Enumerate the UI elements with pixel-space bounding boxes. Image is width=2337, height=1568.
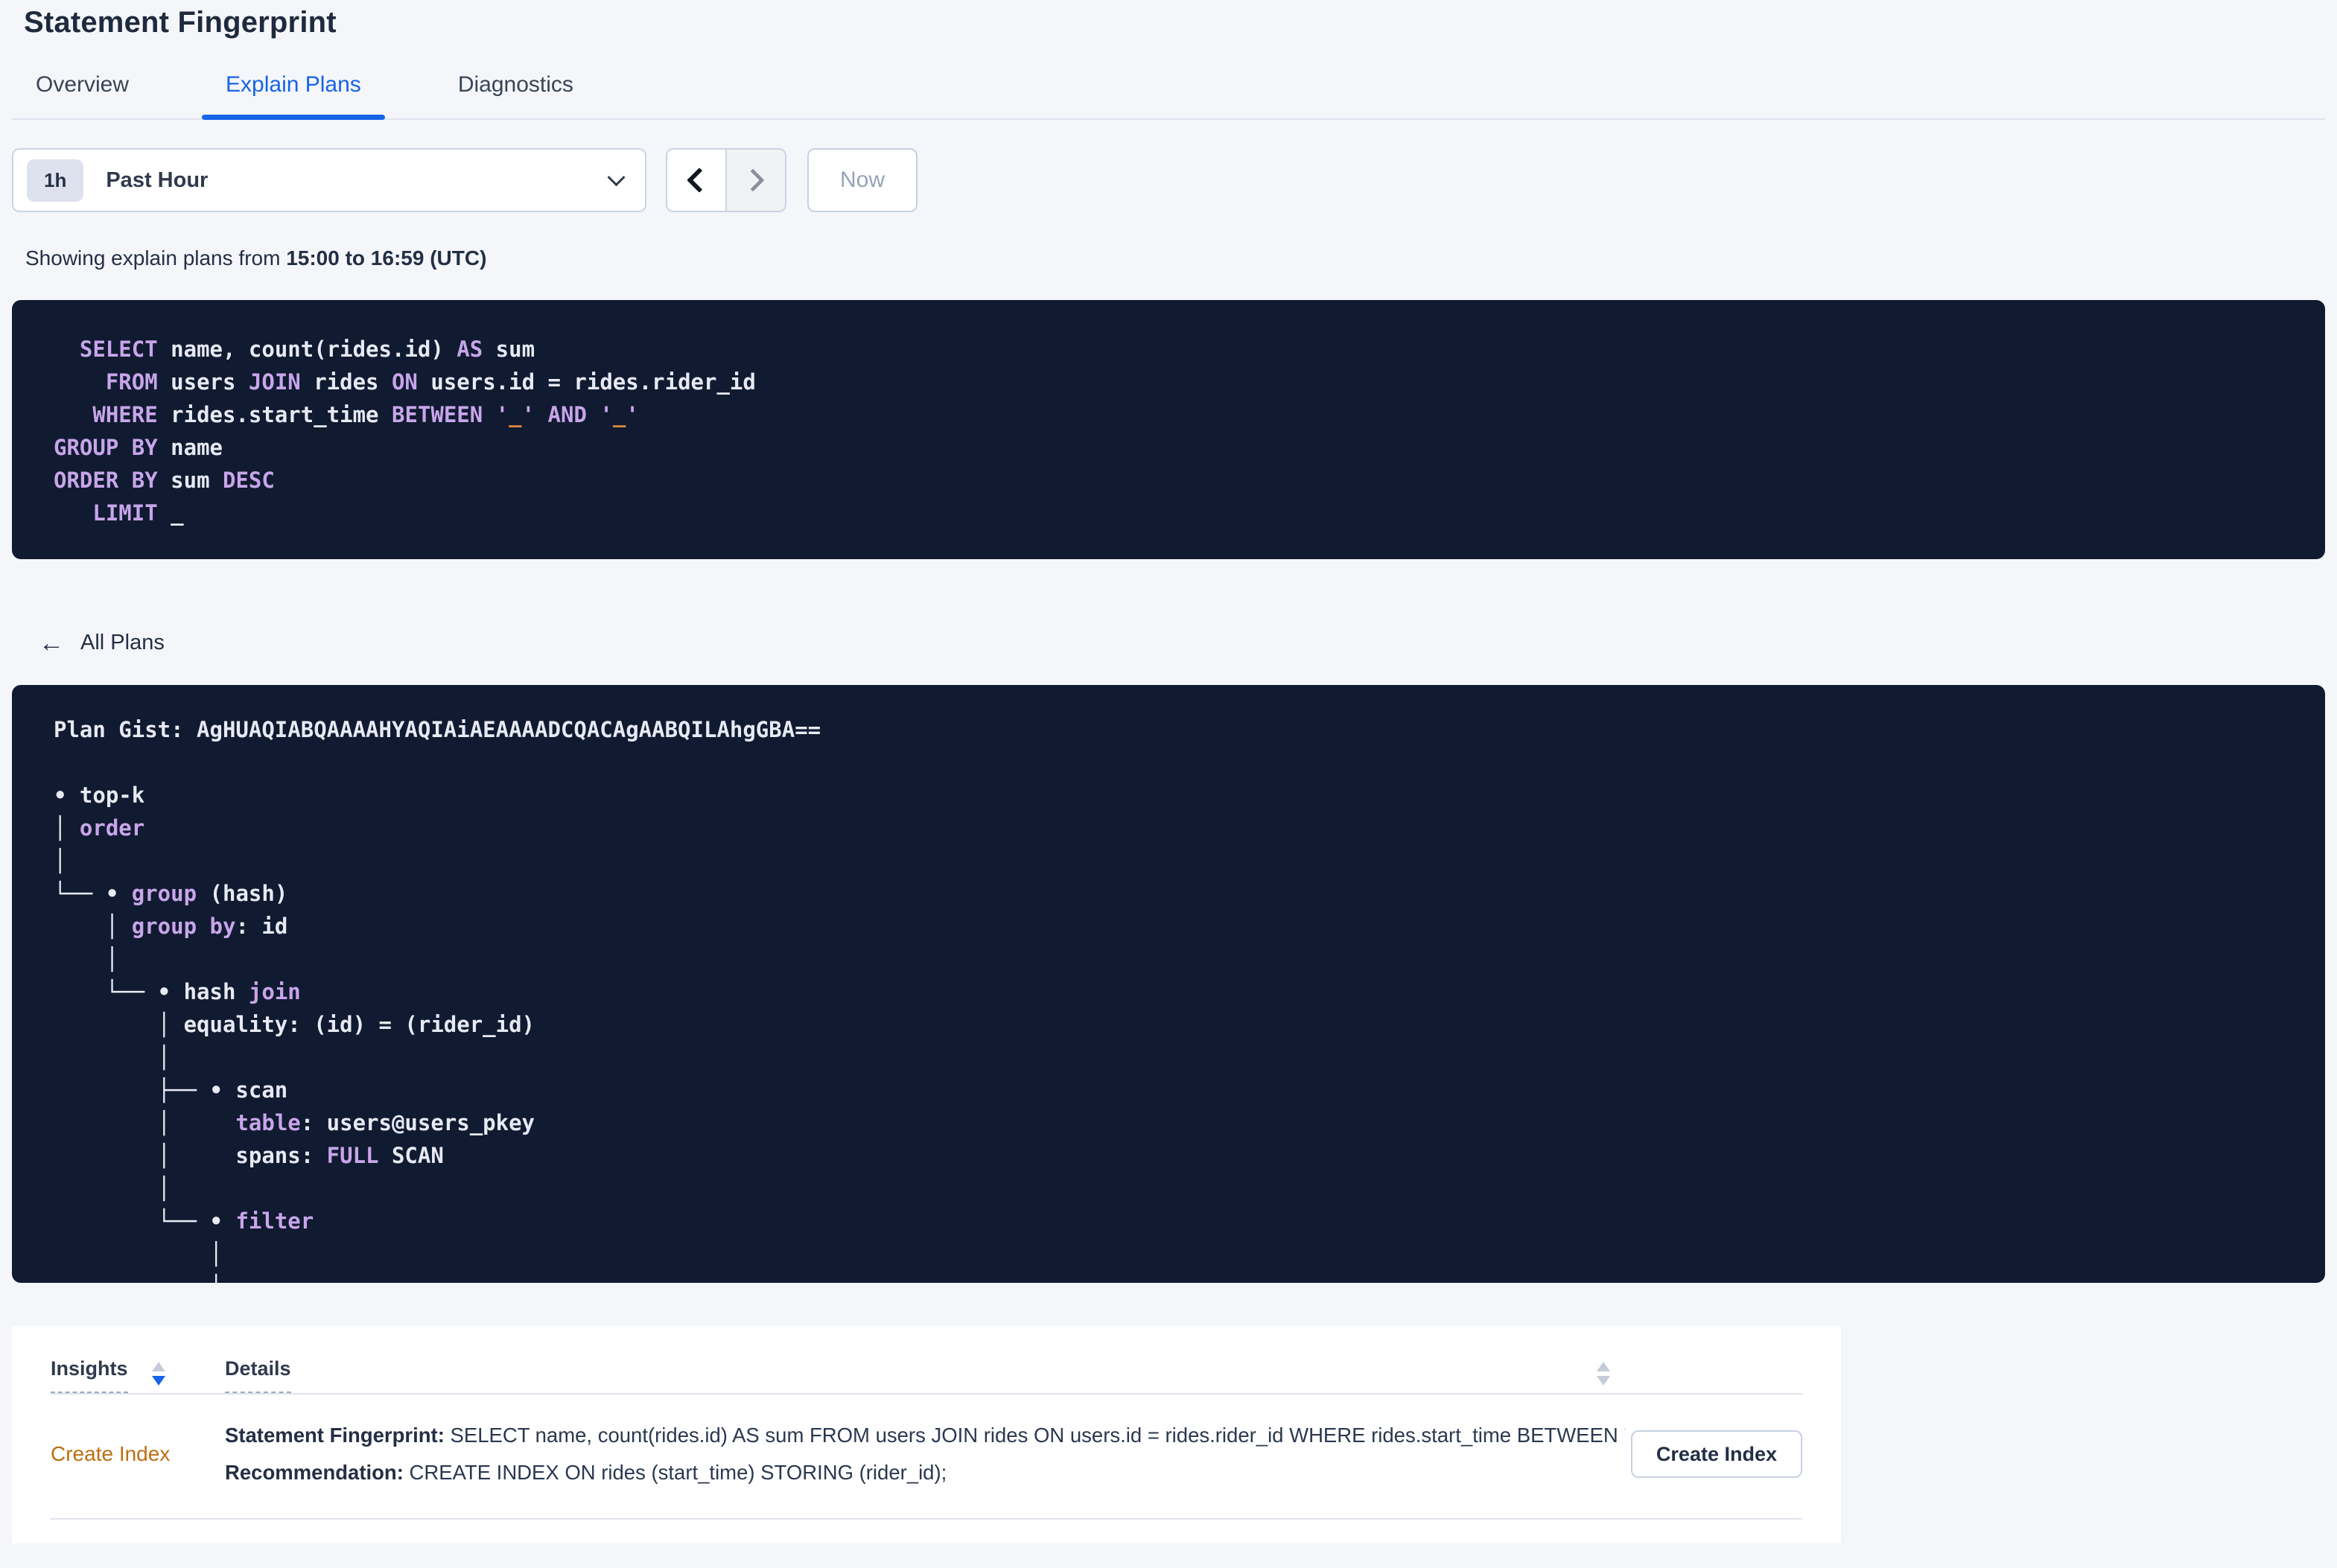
sort-desc-triangle <box>151 1376 165 1386</box>
sort-asc-triangle <box>151 1362 165 1371</box>
all-plans-link[interactable]: ← All Plans <box>39 628 165 657</box>
details-column-header[interactable]: Details <box>225 1357 291 1393</box>
all-plans-label: All Plans <box>80 631 165 654</box>
insights-column-header[interactable]: Insights <box>51 1357 128 1393</box>
previous-interval-button[interactable] <box>667 150 727 211</box>
statement-fingerprint-page: Statement Fingerprint Overview Explain P… <box>0 0 2337 1568</box>
sort-desc-triangle <box>1597 1376 1610 1386</box>
chevron-down-icon <box>607 168 626 186</box>
sql-statement-block: SELECT name, count(rides.id) AS sum FROM… <box>12 300 2325 559</box>
showing-range-prefix: Showing explain plans from <box>25 246 287 270</box>
details-cell: Statement Fingerprint: SELECT name, coun… <box>225 1417 1625 1491</box>
detail-statement-line: Statement Fingerprint: SELECT name, coun… <box>225 1417 1625 1454</box>
time-nav-group <box>666 148 786 212</box>
insights-column-header-cell: Insights <box>51 1357 225 1393</box>
time-range-badge: 1h <box>27 159 84 202</box>
details-column-header-cell: Details <box>225 1357 1802 1393</box>
next-interval-button[interactable] <box>727 150 785 211</box>
insights-table-card: Insights Details Create Index Statement … <box>12 1326 1841 1543</box>
tab-diagnostics[interactable]: Diagnostics <box>458 72 573 118</box>
plan-gist-tree: • top-k │ order │ └── • group (hash) │ grou… <box>54 783 535 1283</box>
table-row: Create Index Statement Fingerprint: SELE… <box>51 1395 1802 1520</box>
time-range-label: Past Hour <box>106 168 209 192</box>
insight-cell: Create Index <box>51 1442 225 1466</box>
back-arrow-icon: ← <box>39 628 64 657</box>
time-controls: 1h Past Hour Now <box>12 148 2325 212</box>
chevron-left-icon <box>687 168 712 193</box>
showing-range-value: 15:00 to 16:59 (UTC) <box>286 246 487 270</box>
insights-table-header: Insights Details <box>51 1326 1802 1395</box>
plan-gist-block: Plan Gist: AgHUAQIABQAAAAHYAQIAiAEAAAADC… <box>12 685 2325 1283</box>
tab-bar: Overview Explain Plans Diagnostics <box>12 72 2325 120</box>
detail-recommendation-line: Recommendation: CREATE INDEX ON rides (s… <box>225 1454 1625 1491</box>
detail-recommendation-text: CREATE INDEX ON rides (start_time) STORI… <box>403 1461 947 1484</box>
detail-recommendation-label: Recommendation: <box>225 1461 404 1484</box>
page-title: Statement Fingerprint <box>24 6 337 39</box>
create-index-button[interactable]: Create Index <box>1630 1430 1802 1478</box>
plan-gist-title: Plan Gist: AgHUAQIABQAAAAHYAQIAiAEAAAADC… <box>54 717 821 742</box>
now-button[interactable]: Now <box>807 148 918 212</box>
sql-statement-code: SELECT name, count(rides.id) AS sum FROM… <box>54 337 756 526</box>
time-range-dropdown[interactable]: 1h Past Hour <box>12 148 646 212</box>
sort-asc-triangle <box>1597 1362 1610 1371</box>
sort-icon-insights[interactable] <box>151 1362 165 1386</box>
chevron-right-icon <box>741 168 765 192</box>
insight-type-link[interactable]: Create Index <box>51 1442 170 1466</box>
sort-icon-details[interactable] <box>1597 1362 1610 1386</box>
detail-statement-label: Statement Fingerprint: <box>225 1424 445 1447</box>
detail-statement-text: SELECT name, count(rides.id) AS sum FROM… <box>444 1424 1626 1447</box>
tab-overview[interactable]: Overview <box>36 72 129 118</box>
showing-range-text: Showing explain plans from 15:00 to 16:5… <box>25 246 2325 270</box>
tab-explain-plans[interactable]: Explain Plans <box>202 72 385 120</box>
